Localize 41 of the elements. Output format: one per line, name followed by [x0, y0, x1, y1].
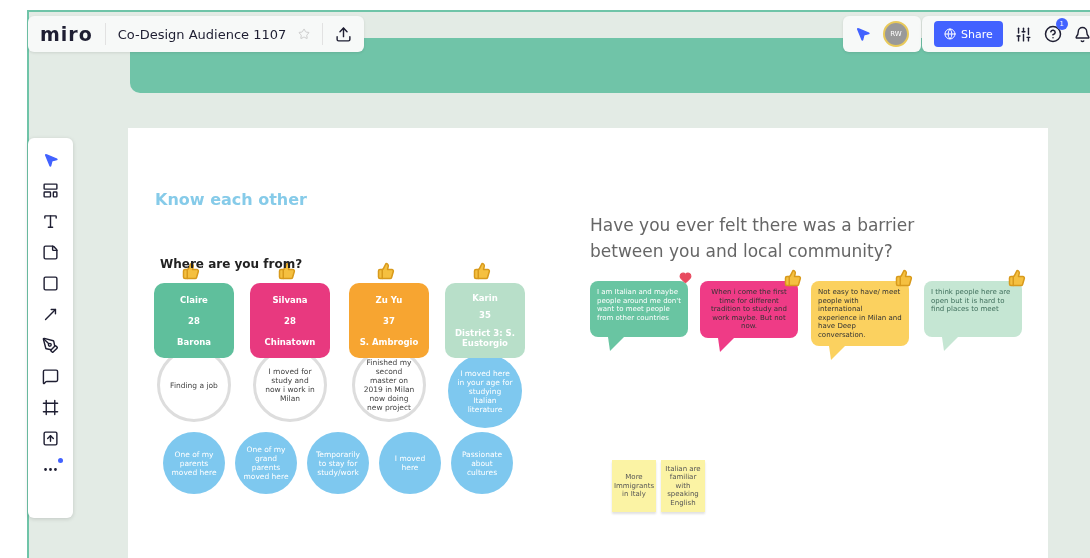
- globe-icon: [944, 28, 956, 40]
- logo[interactable]: miro: [40, 23, 93, 45]
- person-age: 35: [479, 310, 491, 321]
- person-name: Karin: [472, 292, 498, 303]
- heart-icon: [679, 271, 692, 284]
- select-icon[interactable]: [42, 152, 59, 168]
- thumbs-up-icon: [377, 262, 395, 280]
- person-place: Barona: [176, 336, 211, 347]
- person-age: 37: [383, 315, 395, 326]
- thumbs-up-icon: [895, 269, 913, 287]
- question-text: Have you ever felt there was a barrier between you and local community?: [590, 214, 916, 263]
- person-place: District 3: S. Eustorgio: [454, 328, 516, 349]
- thumbs-up-icon: [1008, 269, 1026, 287]
- upload-icon[interactable]: [42, 430, 59, 447]
- person-place: S. Ambrogio: [359, 336, 419, 347]
- section-title: Know each other: [155, 190, 307, 209]
- arrow-icon[interactable]: [42, 306, 59, 323]
- person-name: Silvana: [272, 294, 308, 305]
- person-name: Claire: [180, 294, 208, 305]
- frame-icon[interactable]: [42, 399, 59, 416]
- cursor-icon[interactable]: [855, 26, 871, 42]
- person-name: Zu Yu: [375, 294, 403, 305]
- settings-icon[interactable]: [1014, 25, 1032, 43]
- subtitle: Where are you from?: [160, 257, 303, 271]
- bell-icon[interactable]: [1073, 25, 1090, 43]
- share-button[interactable]: Share: [934, 21, 1003, 47]
- help-icon[interactable]: [1043, 25, 1062, 43]
- thumbs-up-icon: [784, 269, 802, 287]
- shape-icon[interactable]: [42, 275, 59, 292]
- person-place: Chinatown: [264, 336, 316, 347]
- text-icon[interactable]: [42, 213, 59, 230]
- person-age: 28: [284, 315, 296, 326]
- sticky-note-icon[interactable]: [42, 244, 59, 261]
- comment-icon[interactable]: [42, 368, 59, 385]
- person-age: 28: [188, 315, 200, 326]
- upload-icon[interactable]: [335, 25, 353, 43]
- board-title[interactable]: Co-Design Audience 1107: [117, 26, 287, 42]
- template-icon[interactable]: [42, 182, 59, 199]
- pen-icon[interactable]: [42, 337, 59, 354]
- thumbs-up-icon: [473, 262, 491, 280]
- star-icon[interactable]: [298, 28, 311, 40]
